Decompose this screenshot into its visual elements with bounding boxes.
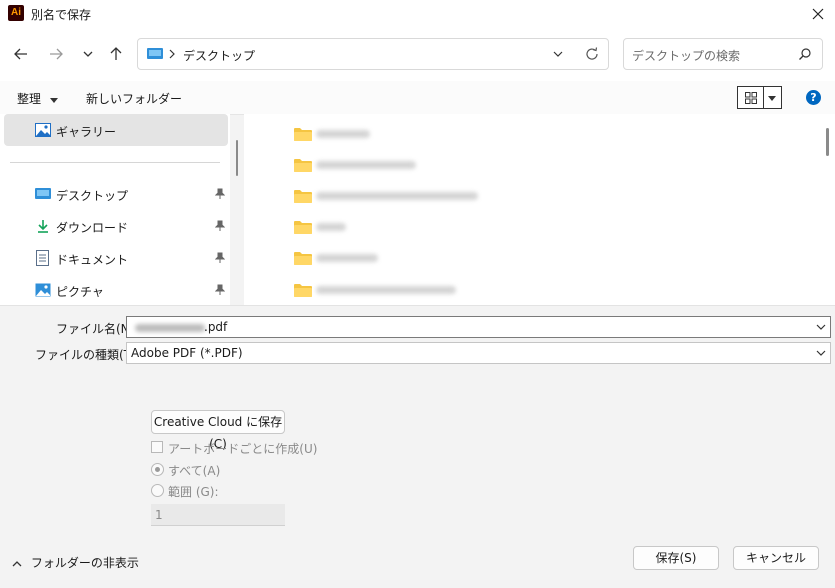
sidebar-item-pictures[interactable]: ピクチャ [4, 274, 228, 306]
radio-range[interactable] [151, 484, 164, 497]
radio-range-label: 範囲 (G): [168, 485, 219, 499]
list-item[interactable] [294, 124, 484, 144]
search-placeholder: デスクトップの検索 [632, 49, 741, 63]
folder-icon [294, 159, 312, 172]
desktop-icon [35, 187, 51, 201]
close-icon [812, 8, 824, 20]
sidebar-scrollbar[interactable] [236, 140, 238, 176]
sidebar-item-label: デスクトップ [56, 189, 129, 203]
caret-down-icon [767, 93, 777, 103]
chevron-down-icon [83, 51, 93, 57]
folder-icon [294, 252, 312, 265]
filetype-label: ファイルの種類(T): [35, 348, 140, 362]
artboard-checkbox[interactable] [151, 441, 163, 453]
back-button[interactable] [11, 44, 31, 64]
cancel-button[interactable]: キャンセル [733, 546, 819, 570]
gallery-icon [35, 122, 51, 138]
filename-input[interactable]: .pdf [204, 320, 227, 334]
sidebar-divider [10, 162, 220, 163]
refresh-button[interactable] [584, 46, 600, 62]
folder-name-redacted [316, 161, 416, 169]
folder-icon [294, 221, 312, 234]
download-icon [35, 218, 51, 234]
sidebar-item-label: ギャラリー [56, 125, 117, 139]
close-button[interactable] [808, 4, 828, 24]
address-dropdown-button[interactable] [551, 47, 565, 61]
view-button-divider [763, 87, 764, 108]
save-button[interactable]: 保存(S) [633, 546, 719, 570]
folder-icon [294, 284, 312, 297]
document-icon [36, 250, 50, 266]
list-item[interactable] [294, 217, 484, 237]
new-folder-button[interactable]: 新しいフォルダー [86, 90, 182, 107]
sidebar-item-documents[interactable]: ドキュメント [4, 242, 228, 274]
sidebar-item-label: ピクチャ [56, 285, 104, 299]
sidebar-item-label: ドキュメント [56, 253, 129, 267]
arrow-up-icon [110, 47, 122, 60]
arrow-right-icon [50, 48, 63, 60]
search-icon [798, 47, 812, 61]
chevron-down-icon [815, 347, 827, 359]
address-bar[interactable]: デスクトップ [137, 38, 609, 70]
pin-icon[interactable] [215, 252, 225, 264]
caret-down-icon [49, 97, 58, 103]
arrow-left-icon [14, 48, 27, 60]
sidebar-item-downloads[interactable]: ダウンロード [4, 210, 228, 242]
creative-cloud-save-button[interactable]: Creative Cloud に保存(C) [151, 410, 285, 451]
chevron-up-icon [12, 560, 22, 566]
illustrator-app-icon: Ai [8, 5, 24, 21]
filename-redacted [135, 324, 205, 332]
folder-name-redacted [316, 130, 370, 138]
pin-icon[interactable] [215, 188, 225, 200]
view-options-button[interactable] [737, 86, 782, 109]
folder-name-redacted [316, 223, 346, 231]
list-item[interactable] [294, 155, 484, 175]
picture-icon [35, 282, 51, 298]
filetype-select[interactable]: Adobe PDF (*.PDF) [126, 342, 831, 364]
folder-name-redacted [316, 286, 456, 294]
folder-icon [294, 128, 312, 141]
help-icon[interactable]: ? [806, 90, 821, 105]
grid-view-icon [745, 92, 757, 104]
list-item[interactable] [294, 248, 484, 268]
range-input-value: 1 [155, 508, 163, 522]
artboard-checkbox-label: アートボードごとに作成(U) [168, 442, 318, 456]
organize-menu-button[interactable]: 整理 [17, 90, 59, 107]
file-list-scrollbar[interactable] [826, 128, 829, 156]
list-item[interactable] [294, 186, 484, 206]
chevron-down-icon[interactable] [815, 321, 827, 333]
range-input[interactable]: 1 [151, 504, 285, 526]
up-button[interactable] [106, 44, 126, 64]
forward-button[interactable] [46, 44, 66, 64]
pin-icon[interactable] [215, 220, 225, 232]
refresh-icon [586, 47, 598, 60]
folder-icon [294, 190, 312, 203]
folder-name-redacted [316, 254, 378, 262]
list-item[interactable] [294, 280, 484, 300]
window-title: 別名で保存 [31, 8, 92, 22]
pin-icon[interactable] [215, 284, 225, 296]
chevron-down-icon [553, 51, 563, 57]
folder-name-redacted [316, 192, 478, 200]
filename-combobox[interactable]: .pdf [126, 316, 831, 338]
radio-all[interactable] [151, 463, 164, 476]
sidebar-item-desktop[interactable]: デスクトップ [4, 178, 228, 210]
hide-folders-button[interactable]: フォルダーの非表示 [11, 554, 139, 571]
filetype-value: Adobe PDF (*.PDF) [131, 346, 243, 360]
breadcrumb-separator-icon [168, 47, 176, 61]
radio-all-label: すべて(A) [168, 464, 221, 478]
organize-label: 整理 [17, 92, 42, 106]
radio-dot [155, 467, 160, 472]
sidebar-item-label: ダウンロード [56, 221, 129, 235]
desktop-icon [147, 47, 163, 61]
pane-divider [0, 305, 835, 306]
title-bar [0, 0, 835, 27]
search-box[interactable]: デスクトップの検索 [623, 38, 823, 70]
breadcrumb-item[interactable]: デスクトップ [183, 47, 255, 64]
recent-locations-button[interactable] [78, 44, 98, 64]
hide-folders-label: フォルダーの非表示 [30, 556, 139, 570]
